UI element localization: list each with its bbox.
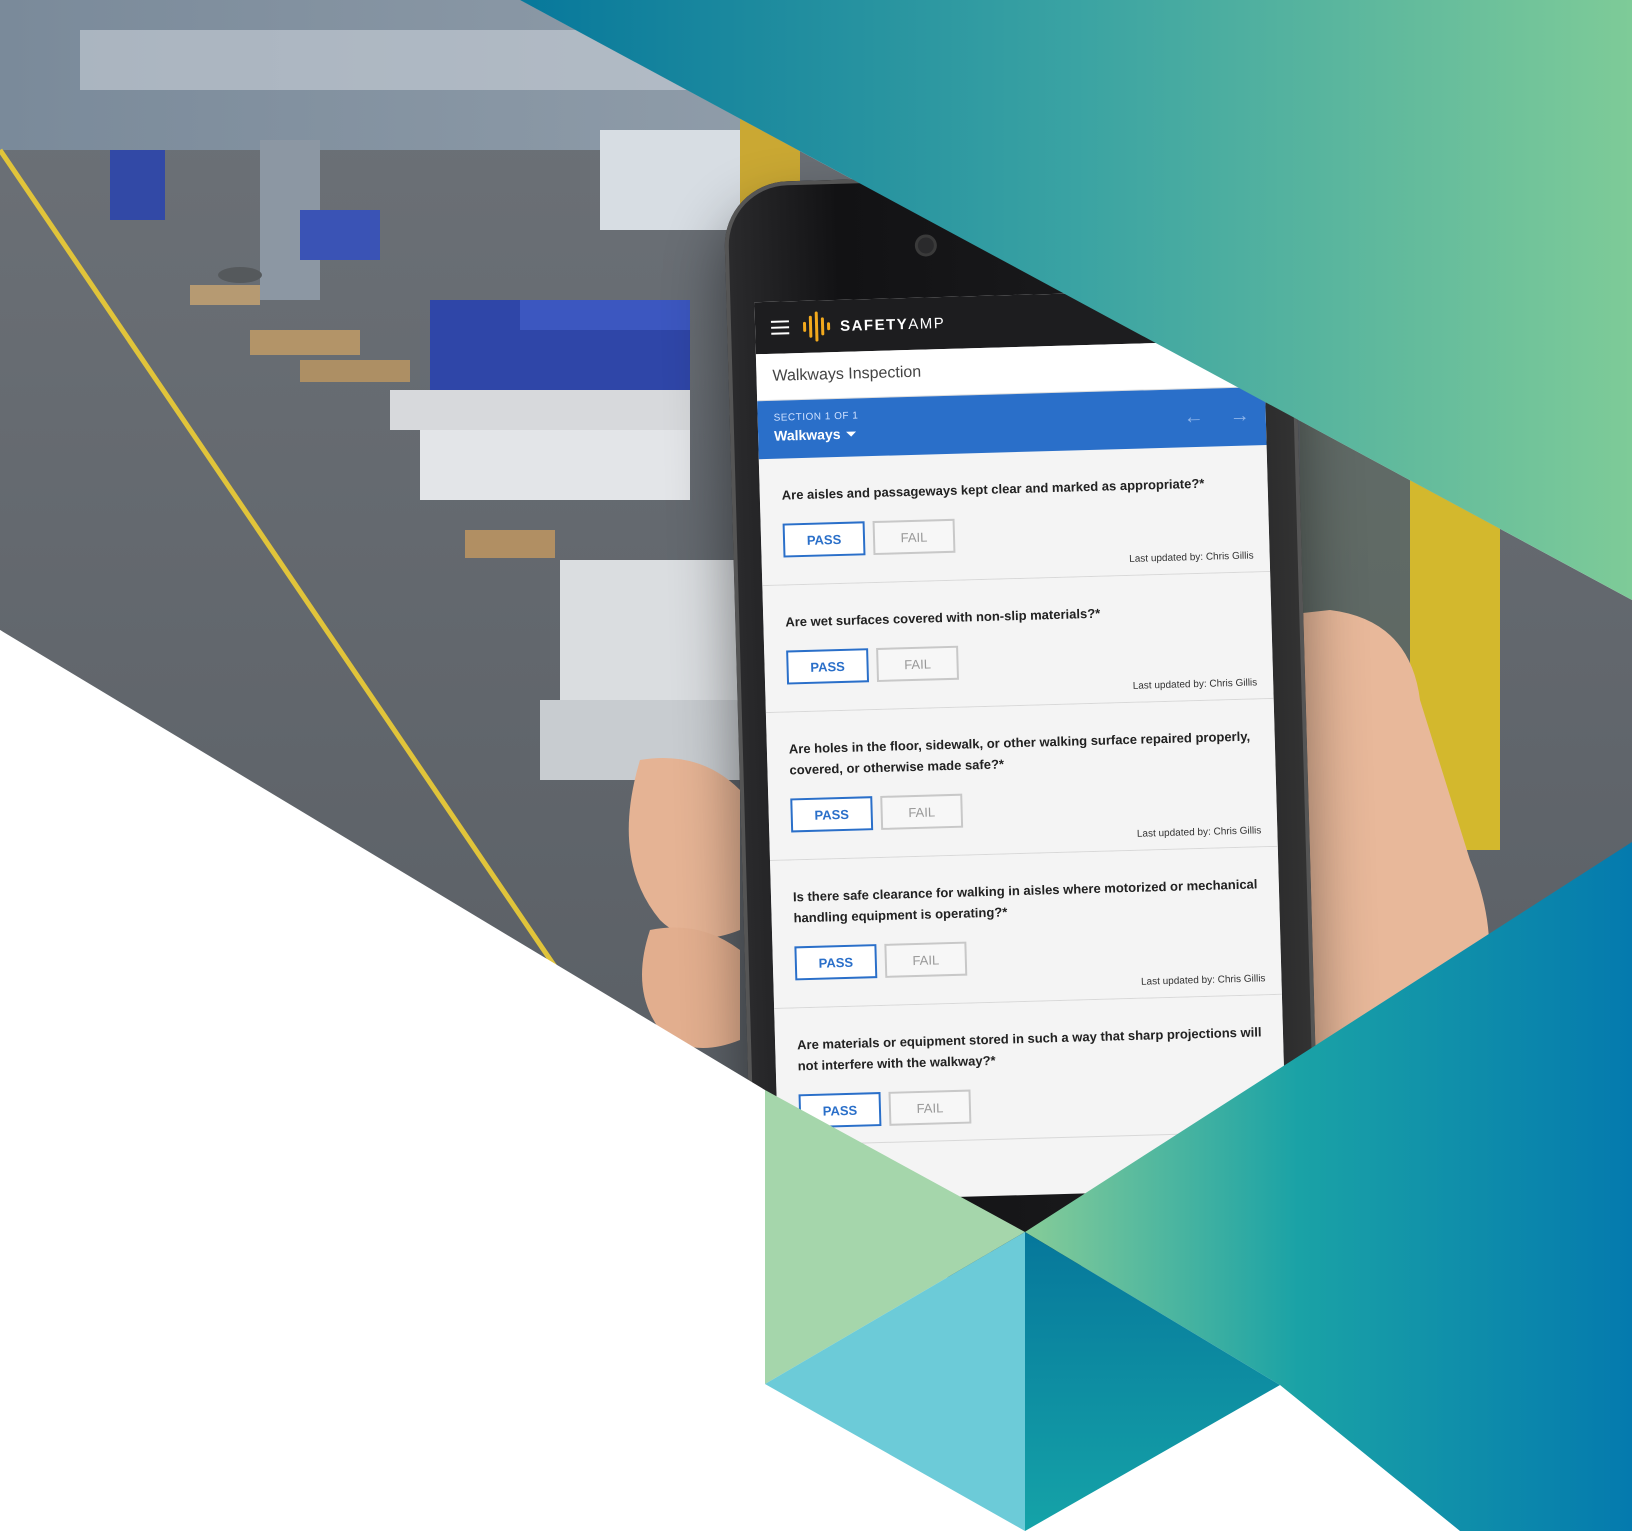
fail-button[interactable]: FAIL — [880, 793, 964, 830]
brand-name-bold: SAFETY — [839, 315, 909, 335]
question-card: Are wet surfaces covered with non-slip m… — [762, 571, 1274, 714]
fail-button[interactable]: FAIL — [888, 1089, 972, 1126]
question-text: Is there safe clearance for walking in a… — [792, 876, 1258, 926]
question-text: Are holes in the floor, sidewalk, or oth… — [788, 728, 1251, 778]
pass-button[interactable]: PASS — [790, 796, 874, 833]
safetyamp-logo: SAFETYAMP — [802, 308, 946, 342]
arrow-right-icon[interactable]: → — [1229, 404, 1250, 427]
pass-button[interactable]: PASS — [782, 521, 866, 558]
question-card: Are holes in the floor, sidewalk, or oth… — [765, 698, 1278, 862]
smartphone: SAFETYAMP Walkways Inspection SECTION 1 … — [723, 167, 1321, 1263]
section-name: Walkways — [773, 425, 841, 444]
question-text: Are wet surfaces covered with non-slip m… — [785, 605, 1101, 630]
pass-button[interactable]: PASS — [794, 944, 878, 981]
pass-button[interactable]: PASS — [798, 1092, 882, 1129]
question-card: Are materials or equipment stored in suc… — [774, 994, 1286, 1146]
soundwave-logo-icon — [802, 311, 831, 342]
fail-button[interactable]: FAIL — [884, 941, 968, 978]
fail-button[interactable]: FAIL — [872, 518, 956, 556]
menu-icon[interactable] — [770, 320, 790, 335]
question-card: Are aisles and passageways kept clear an… — [758, 445, 1271, 587]
fail-button[interactable]: FAIL — [876, 645, 960, 682]
caret-down-icon — [846, 430, 857, 437]
question-card: Is there safe clearance for walking in a… — [769, 846, 1282, 1009]
arrow-left-icon[interactable]: ← — [1183, 406, 1204, 429]
question-text: Are materials or equipment stored in suc… — [796, 1024, 1262, 1074]
brand-name-light: AMP — [908, 314, 946, 333]
phone-screen: SAFETYAMP Walkways Inspection SECTION 1 … — [754, 288, 1288, 1202]
question-text: Are aisles and passageways kept clear an… — [781, 475, 1205, 503]
pass-button[interactable]: PASS — [786, 648, 870, 685]
